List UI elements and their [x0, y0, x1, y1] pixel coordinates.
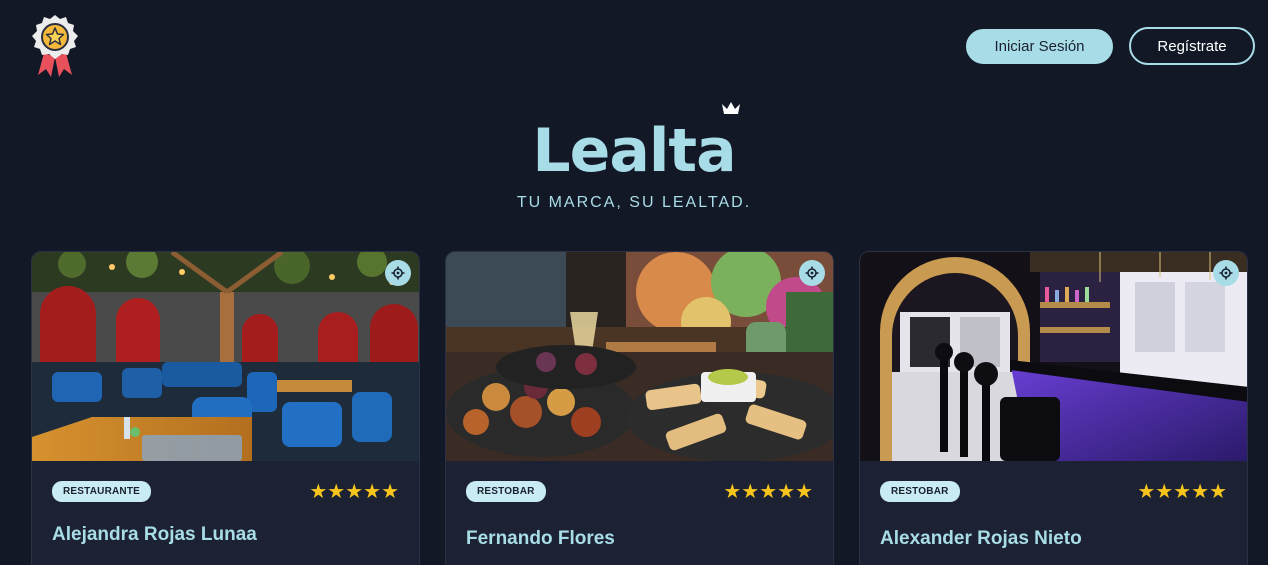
rating-stars: ★★★★★: [309, 480, 399, 503]
brand-title: Lealta: [532, 116, 736, 186]
crown-icon: [721, 102, 740, 114]
rating-stars: ★★★★★: [723, 480, 813, 503]
business-cards: RESTAURANTE ★★★★★ Alejandra Rojas Lunaa: [31, 251, 1248, 565]
business-name[interactable]: Alexander Rojas Nieto: [880, 528, 1227, 550]
brand-wordmark: Lealta: [532, 96, 740, 186]
login-button[interactable]: Iniciar Sesión: [966, 29, 1113, 64]
location-button[interactable]: [799, 260, 825, 286]
business-card[interactable]: RESTOBAR ★★★★★ Fernando Flores: [445, 251, 834, 565]
business-photo: [446, 252, 833, 461]
category-badge: RESTAURANTE: [52, 481, 152, 502]
tagline: TU MARCA, SU LEALTAD.: [516, 194, 752, 211]
business-photo: [32, 252, 419, 461]
category-badge: RESTOBAR: [880, 481, 960, 502]
header-actions: Iniciar Sesión Regístrate: [966, 27, 1255, 65]
location-pin-icon: [805, 266, 819, 280]
category-badge: RESTOBAR: [466, 481, 546, 502]
business-card[interactable]: RESTAURANTE ★★★★★ Alejandra Rojas Lunaa: [31, 251, 420, 565]
location-button[interactable]: [385, 260, 411, 286]
business-photo: [860, 252, 1247, 461]
register-button[interactable]: Regístrate: [1129, 27, 1255, 65]
logo-badge-icon[interactable]: [30, 13, 80, 79]
rating-stars: ★★★★★: [1137, 480, 1227, 503]
location-pin-icon: [1219, 266, 1233, 280]
location-pin-icon: [391, 266, 405, 280]
business-name[interactable]: Alejandra Rojas Lunaa: [52, 524, 399, 546]
business-card[interactable]: RESTOBAR ★★★★★ Alexander Rojas Nieto: [859, 251, 1248, 565]
location-button[interactable]: [1213, 260, 1239, 286]
hero: Lealta TU MARCA, SU LEALTAD.: [0, 96, 1268, 212]
business-name[interactable]: Fernando Flores: [466, 528, 813, 550]
